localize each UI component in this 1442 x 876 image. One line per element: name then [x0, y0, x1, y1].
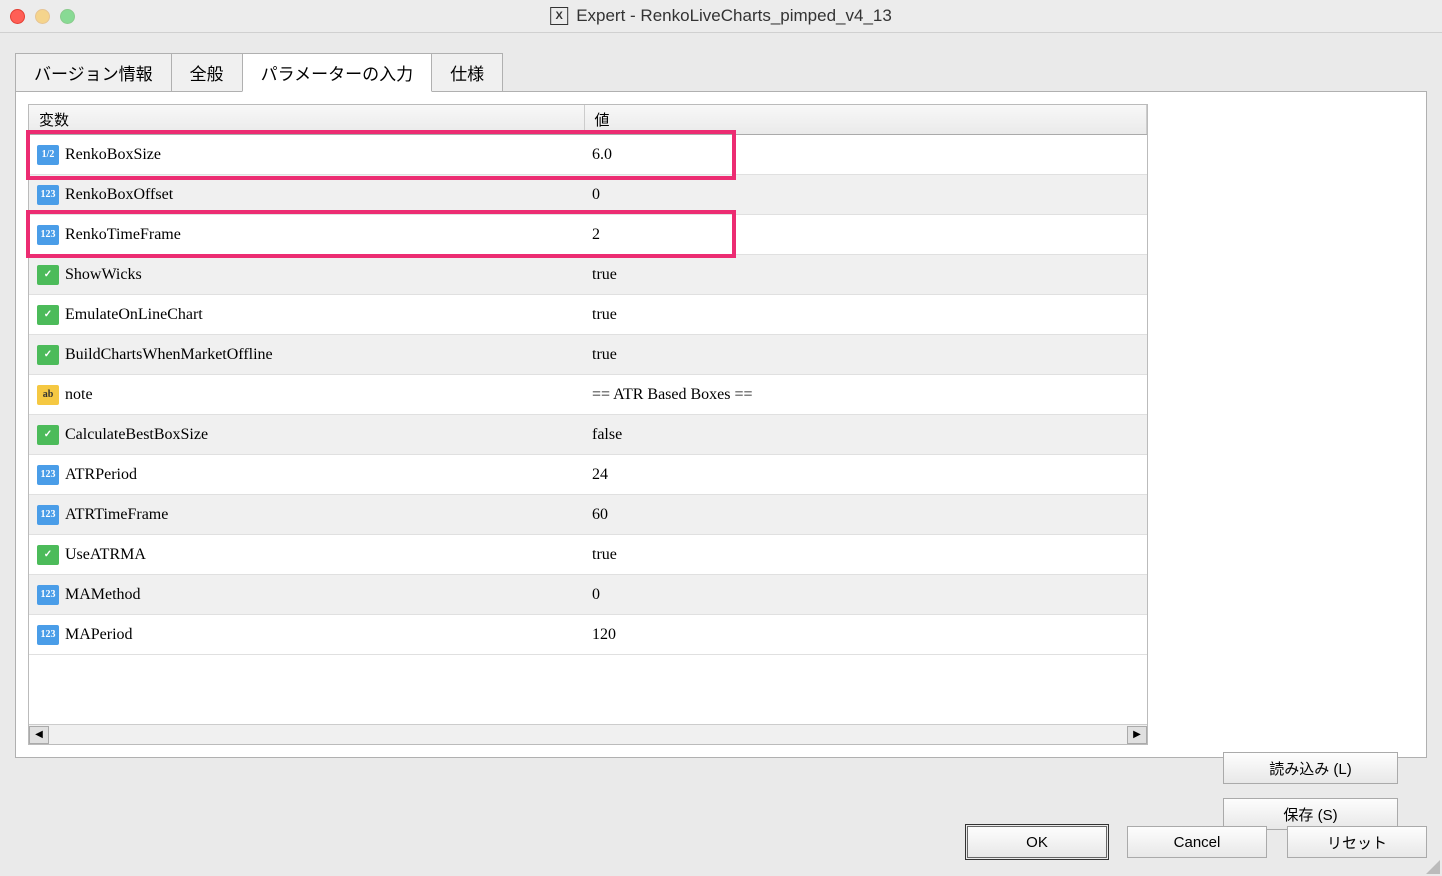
- table-row[interactable]: ✓ CalculateBestBoxSize false: [29, 415, 1147, 455]
- param-name: ATRTimeFrame: [65, 506, 168, 524]
- int-type-icon: 123: [37, 585, 59, 605]
- param-name: CalculateBestBoxSize: [65, 426, 208, 444]
- param-value[interactable]: false: [584, 415, 1147, 455]
- table-row[interactable]: 123 RenkoBoxOffset 0: [29, 175, 1147, 215]
- table-row[interactable]: 123 MAPeriod 120: [29, 615, 1147, 655]
- param-value[interactable]: 60: [584, 495, 1147, 535]
- table-row[interactable]: ✓ ShowWicks true: [29, 255, 1147, 295]
- window-body: バージョン情報 全般 パラメーターの入力 仕様 変数 値 1/2 RenkoBox…: [0, 32, 1442, 876]
- table-row[interactable]: ✓ BuildChartsWhenMarketOffline true: [29, 335, 1147, 375]
- resize-grip[interactable]: [1424, 858, 1440, 874]
- param-name: MAMethod: [65, 586, 141, 604]
- table-row[interactable]: ✓ UseATRMA true: [29, 535, 1147, 575]
- titlebar: X Expert - RenkoLiveCharts_pimped_v4_13: [0, 0, 1442, 32]
- int-type-icon: 123: [37, 185, 59, 205]
- scroll-right-button[interactable]: ▶: [1127, 726, 1147, 744]
- int-type-icon: 123: [37, 625, 59, 645]
- reset-button[interactable]: リセット: [1287, 826, 1427, 858]
- table-row[interactable]: abnote == ATR Based Boxes ==: [29, 375, 1147, 415]
- param-value[interactable]: 6.0: [584, 135, 1147, 175]
- scroll-track[interactable]: [49, 727, 1127, 743]
- ok-button[interactable]: OK: [967, 826, 1107, 858]
- param-name: RenkoBoxOffset: [65, 186, 173, 204]
- string-type-icon: ab: [37, 385, 59, 405]
- double-type-icon: 1/2: [37, 145, 59, 165]
- param-name: ShowWicks: [65, 266, 142, 284]
- param-name: RenkoBoxSize: [65, 146, 161, 164]
- int-type-icon: 123: [37, 465, 59, 485]
- param-value[interactable]: == ATR Based Boxes ==: [584, 375, 1147, 415]
- bool-type-icon: ✓: [37, 265, 59, 285]
- tab-parameter-input[interactable]: パラメーターの入力: [242, 53, 433, 92]
- tab-version-info[interactable]: バージョン情報: [15, 53, 172, 91]
- param-value[interactable]: 0: [584, 575, 1147, 615]
- app-icon: X: [550, 7, 568, 25]
- param-name: BuildChartsWhenMarketOffline: [65, 346, 273, 364]
- bool-type-icon: ✓: [37, 345, 59, 365]
- table-row[interactable]: 123 ATRTimeFrame 60: [29, 495, 1147, 535]
- tab-bar: バージョン情報 全般 パラメーターの入力 仕様: [0, 33, 1442, 91]
- param-name: UseATRMA: [65, 546, 146, 564]
- col-header-value[interactable]: 値: [584, 105, 1147, 135]
- param-value[interactable]: 2: [584, 215, 1147, 255]
- param-name: RenkoTimeFrame: [65, 226, 181, 244]
- param-value[interactable]: true: [584, 255, 1147, 295]
- param-value[interactable]: 0: [584, 175, 1147, 215]
- window-title-text: Expert - RenkoLiveCharts_pimped_v4_13: [576, 6, 892, 26]
- close-window-button[interactable]: [10, 9, 25, 24]
- table-row[interactable]: 123 MAMethod 0: [29, 575, 1147, 615]
- table-row[interactable]: 123 RenkoTimeFrame 2: [29, 215, 1147, 255]
- param-value[interactable]: 120: [584, 615, 1147, 655]
- int-type-icon: 123: [37, 225, 59, 245]
- bool-type-icon: ✓: [37, 305, 59, 325]
- bool-type-icon: ✓: [37, 425, 59, 445]
- minimize-window-button[interactable]: [35, 9, 50, 24]
- bottom-button-bar: OK Cancel リセット: [967, 826, 1427, 858]
- cancel-button[interactable]: Cancel: [1127, 826, 1267, 858]
- tab-content-panel: 変数 値 1/2 RenkoBoxSize 6.0 123 RenkoBoxOffset…: [15, 91, 1427, 758]
- param-name: MAPeriod: [65, 626, 133, 644]
- maximize-window-button[interactable]: [60, 9, 75, 24]
- horizontal-scrollbar[interactable]: ◀ ▶: [29, 724, 1147, 744]
- bool-type-icon: ✓: [37, 545, 59, 565]
- tab-specification[interactable]: 仕様: [431, 53, 503, 91]
- window-controls: [10, 9, 75, 24]
- param-name: note: [65, 386, 93, 404]
- parameter-table: 変数 値 1/2 RenkoBoxSize 6.0 123 RenkoBoxOffset…: [29, 105, 1147, 655]
- window-title: X Expert - RenkoLiveCharts_pimped_v4_13: [550, 6, 892, 26]
- param-value[interactable]: true: [584, 335, 1147, 375]
- table-row[interactable]: ✓ EmulateOnLineChart true: [29, 295, 1147, 335]
- table-row[interactable]: 123 ATRPeriod 24: [29, 455, 1147, 495]
- param-name: ATRPeriod: [65, 466, 137, 484]
- tab-general[interactable]: 全般: [171, 53, 243, 91]
- scroll-left-button[interactable]: ◀: [29, 726, 49, 744]
- param-name: EmulateOnLineChart: [65, 306, 203, 324]
- param-value[interactable]: 24: [584, 455, 1147, 495]
- side-button-group: 読み込み (L) 保存 (S): [1223, 752, 1398, 830]
- table-row[interactable]: 1/2 RenkoBoxSize 6.0: [29, 135, 1147, 175]
- param-value[interactable]: true: [584, 535, 1147, 575]
- load-button[interactable]: 読み込み (L): [1223, 752, 1398, 784]
- col-header-variable[interactable]: 変数: [29, 105, 584, 135]
- param-value[interactable]: true: [584, 295, 1147, 335]
- parameter-table-container: 変数 値 1/2 RenkoBoxSize 6.0 123 RenkoBoxOffset…: [28, 104, 1148, 745]
- int-type-icon: 123: [37, 505, 59, 525]
